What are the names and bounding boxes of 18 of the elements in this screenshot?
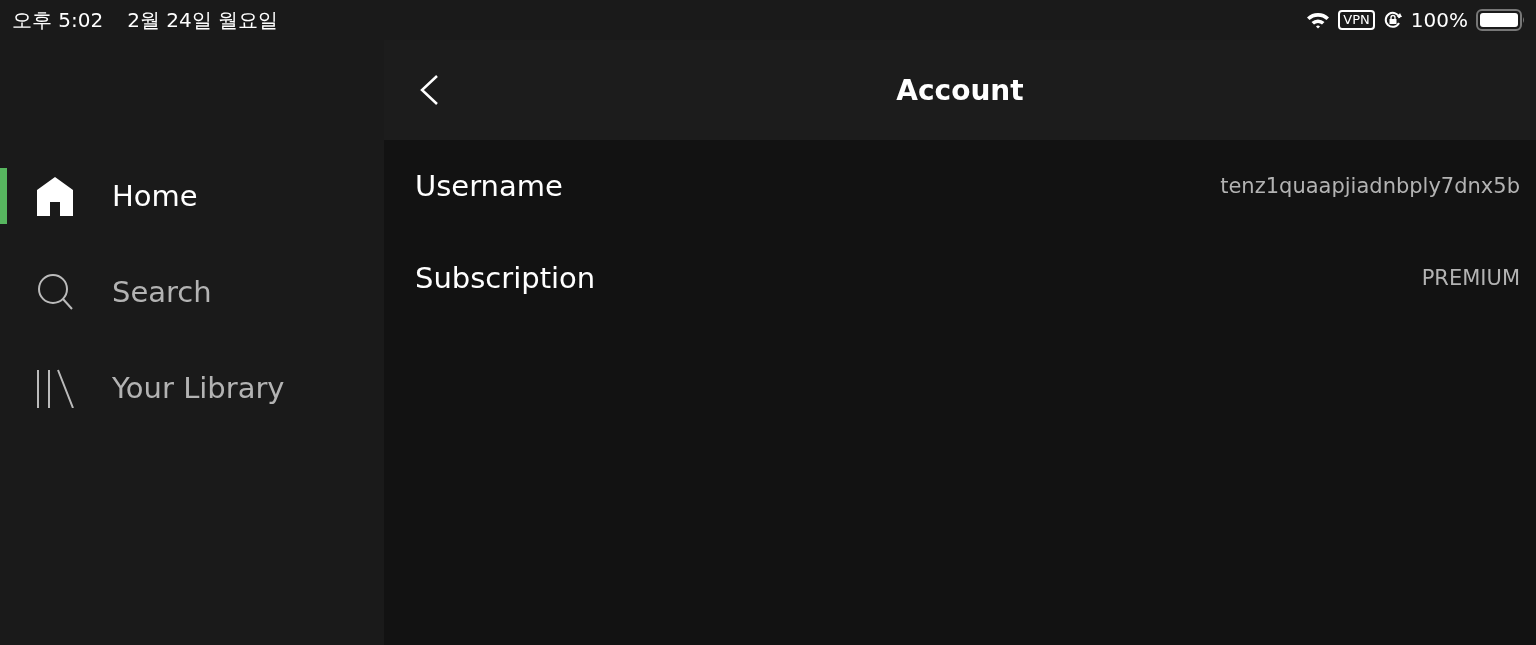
nav-item[interactable]: Your Library	[0, 360, 384, 416]
row-value: tenz1quaapjiadnbply7dnx5b	[1220, 174, 1520, 198]
page-title: Account	[896, 73, 1024, 107]
row-label: Subscription	[415, 261, 596, 295]
row-label: Username	[415, 169, 563, 203]
back-icon[interactable]	[418, 74, 440, 106]
status-time: 오후 5:02	[12, 6, 104, 34]
library-icon	[36, 368, 74, 408]
home-icon	[36, 176, 74, 216]
row-value: PREMIUM	[1421, 266, 1520, 290]
rotation-lock-icon	[1382, 10, 1403, 30]
nav-item[interactable]: Search	[0, 264, 384, 320]
battery-icon	[1476, 9, 1526, 31]
search-icon	[36, 272, 74, 312]
wifi-icon	[1306, 11, 1331, 29]
vpn-badge: VPN	[1338, 10, 1375, 30]
battery-percent: 100%	[1410, 8, 1468, 32]
status-date: 2월 24일 월요일	[127, 6, 279, 34]
